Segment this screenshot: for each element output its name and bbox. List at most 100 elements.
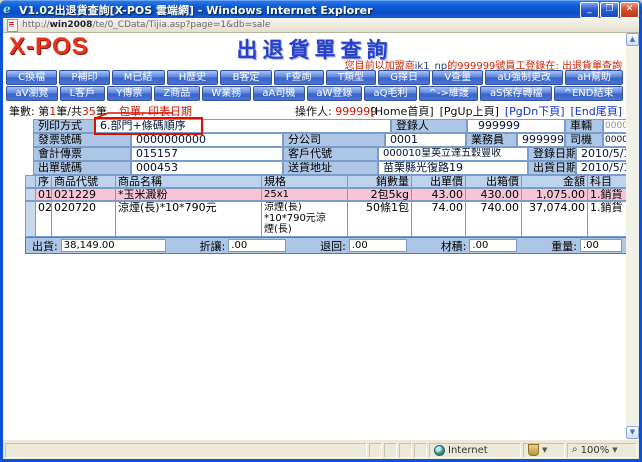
paging-link[interactable]: [PgUp上頁] [440, 105, 499, 118]
salesman-label: 業務員 [466, 133, 517, 147]
total-value: .00 [348, 239, 407, 252]
voucher-value: 015157 [131, 147, 283, 161]
branch-value: 0001 [385, 133, 466, 147]
toolbar-button[interactable]: aH幫助 [565, 70, 624, 85]
header-cell: 規格 [261, 175, 348, 188]
record-status-line: 筆數: 第1筆/共35筆 包單, 印表日期 操作人: 999999 [Home首… [7, 103, 622, 119]
table-cell: 25x1 [261, 188, 348, 201]
table-cell: 1.銷貨 [587, 201, 626, 237]
toolbar-button[interactable]: aS保存轉檔 [480, 86, 553, 101]
paging-link[interactable]: [PgDn下頁] [505, 105, 565, 118]
toolbar-button[interactable]: ^->維護 [419, 86, 479, 101]
toolbar-button[interactable]: H歷史 [166, 70, 219, 85]
toolbar-button[interactable]: B客定 [220, 70, 272, 85]
scroll-up-icon[interactable]: ▲ [626, 33, 639, 46]
status-segment [384, 442, 397, 458]
browser-window: e V1.02出退貨查詢[X-POS 雲端網] - Windows Intern… [0, 0, 642, 462]
customer-value: 000010皇英立達五穀豐收 [378, 147, 528, 161]
toolbar-button[interactable]: M已結 [111, 70, 165, 85]
table-cell: 021229 [51, 188, 116, 201]
header-cell: 出箱價 [465, 175, 522, 188]
login-person-label: 登錄人 [391, 119, 467, 133]
table-cell: 74.00 [411, 201, 466, 237]
minimize-button[interactable]: _ [580, 1, 599, 18]
ie-logo-icon: e [3, 2, 11, 16]
address-bar: http://win2008/te/0_CData/Tijia.asp?page… [3, 18, 639, 33]
zone-label: Internet [448, 444, 488, 456]
toolbar-button[interactable]: F查詢 [273, 70, 324, 85]
header-cell: 科目 [587, 175, 626, 188]
header-cell: 商品名稱 [115, 175, 262, 188]
total-group: 出貨: 38,149.00 [32, 238, 166, 254]
print-annotation-text: 包單, 印表日期 [119, 105, 192, 118]
zone-panel: Internet [429, 442, 521, 458]
login-person-value: 999999 [467, 119, 565, 133]
toolbar-button[interactable]: C換檔 [6, 70, 58, 85]
address-url[interactable]: http://win2008/te/0_CData/Tijia.asp?page… [22, 20, 270, 30]
table-cell: 涼煙(長) *10*790元涼 煙(長) [261, 201, 348, 237]
toolbar-button[interactable]: aU強制更改 [485, 70, 564, 85]
toolbar-button[interactable]: aA司機 [252, 86, 305, 101]
address-label: 送貨地址 [283, 161, 378, 175]
toolbar-button[interactable]: aW登錄 [306, 86, 362, 101]
status-bar: Internet ▼ ⌕ 100% ▼ [3, 439, 639, 459]
toolbar-button[interactable]: Y傳票 [106, 86, 152, 101]
title-bar: e V1.02出退貨查詢[X-POS 雲端網] - Windows Intern… [0, 0, 642, 18]
order-no-label: 出單號碼 [33, 161, 131, 175]
internet-globe-icon [434, 444, 445, 456]
paging-links: [Home首頁] [PgUp上頁] [PgDn下頁] [End尾頁] [365, 103, 622, 119]
toolbar-button[interactable]: aQ毛利 [363, 86, 418, 101]
total-value: 38,149.00 [60, 239, 166, 252]
page-content: X-POS 出退貨單查詢 您目前以加盟商ik1_np的999999號員工登錄在:… [3, 33, 626, 439]
toolbar-button[interactable]: G擇日 [378, 70, 431, 85]
totals-bar: 出貨: 38,149.00 折讓: .00 退回: .00 材積: .00 重量: .00 [25, 237, 626, 254]
zoom-panel[interactable]: ⌕ 100% ▼ [567, 442, 637, 458]
reg-date-value: 2010/5/18 [576, 147, 626, 161]
toolbar-button[interactable]: T類型 [325, 70, 377, 85]
table-cell: 37,074.00 [521, 201, 588, 237]
table-cell: 50條1包 [347, 201, 412, 237]
toolbar-button[interactable]: P補印 [59, 70, 110, 85]
page-icon [7, 18, 18, 32]
total-value: .00 [469, 239, 518, 252]
total-label: 重量: [551, 239, 577, 253]
header-cell: 銷數量 [347, 175, 412, 188]
print-mode-value: 6.部門+條碼順序 [95, 119, 391, 133]
table-cell: 涼煙(長)*10*790元 [115, 201, 262, 237]
protected-mode-panel[interactable]: ▼ [523, 442, 565, 458]
vertical-scrollbar[interactable]: ▲ ▼ [626, 33, 639, 439]
total-group: 折讓: .00 [200, 238, 287, 254]
toolbar-button[interactable]: Z商品 [153, 86, 200, 101]
driver-value: 000000 [603, 133, 626, 147]
address-value: 苗栗縣光復路19 [378, 161, 528, 175]
close-button[interactable]: ✕ [620, 1, 639, 18]
maximize-button[interactable]: ❐ [600, 1, 619, 18]
driver-label: 司機 [565, 133, 603, 147]
ship-date-value: 2010/5/18 [576, 161, 626, 175]
chevron-down-icon: ▼ [612, 446, 618, 454]
table-cell: 43.00 [411, 188, 466, 201]
invoice-value: 0000000000 [131, 133, 283, 147]
total-label: 折讓: [199, 239, 226, 253]
paging-link[interactable]: [End尾頁] [571, 105, 623, 118]
header-cell: 商品代號 [51, 175, 116, 188]
toolbar-button[interactable]: L客戶 [60, 86, 105, 101]
status-segment [414, 442, 427, 458]
scroll-down-icon[interactable]: ▼ [626, 426, 639, 439]
status-main-panel [5, 442, 367, 458]
total-value: .00 [228, 239, 287, 252]
total-value: .00 [579, 239, 622, 252]
voucher-label: 會計傳票 [33, 147, 131, 161]
toolbar-button[interactable]: aV瀏覽 [6, 86, 59, 101]
toolbar-button[interactable]: W業務 [201, 86, 251, 101]
table-cell: 1,075.00 [521, 188, 588, 201]
table-cell: 02 [35, 201, 52, 237]
table-cell: 020720 [51, 201, 116, 237]
order-no-value: 000453 [131, 161, 283, 175]
header-cell: 金額 [521, 175, 588, 188]
chevron-down-icon: ▼ [542, 446, 548, 454]
toolbar-button[interactable]: V查量 [432, 70, 484, 85]
toolbar-button[interactable]: ^END結束 [554, 86, 623, 101]
paging-link[interactable]: [Home首頁] [371, 105, 434, 118]
ship-date-label: 出貨日期 [528, 161, 576, 175]
